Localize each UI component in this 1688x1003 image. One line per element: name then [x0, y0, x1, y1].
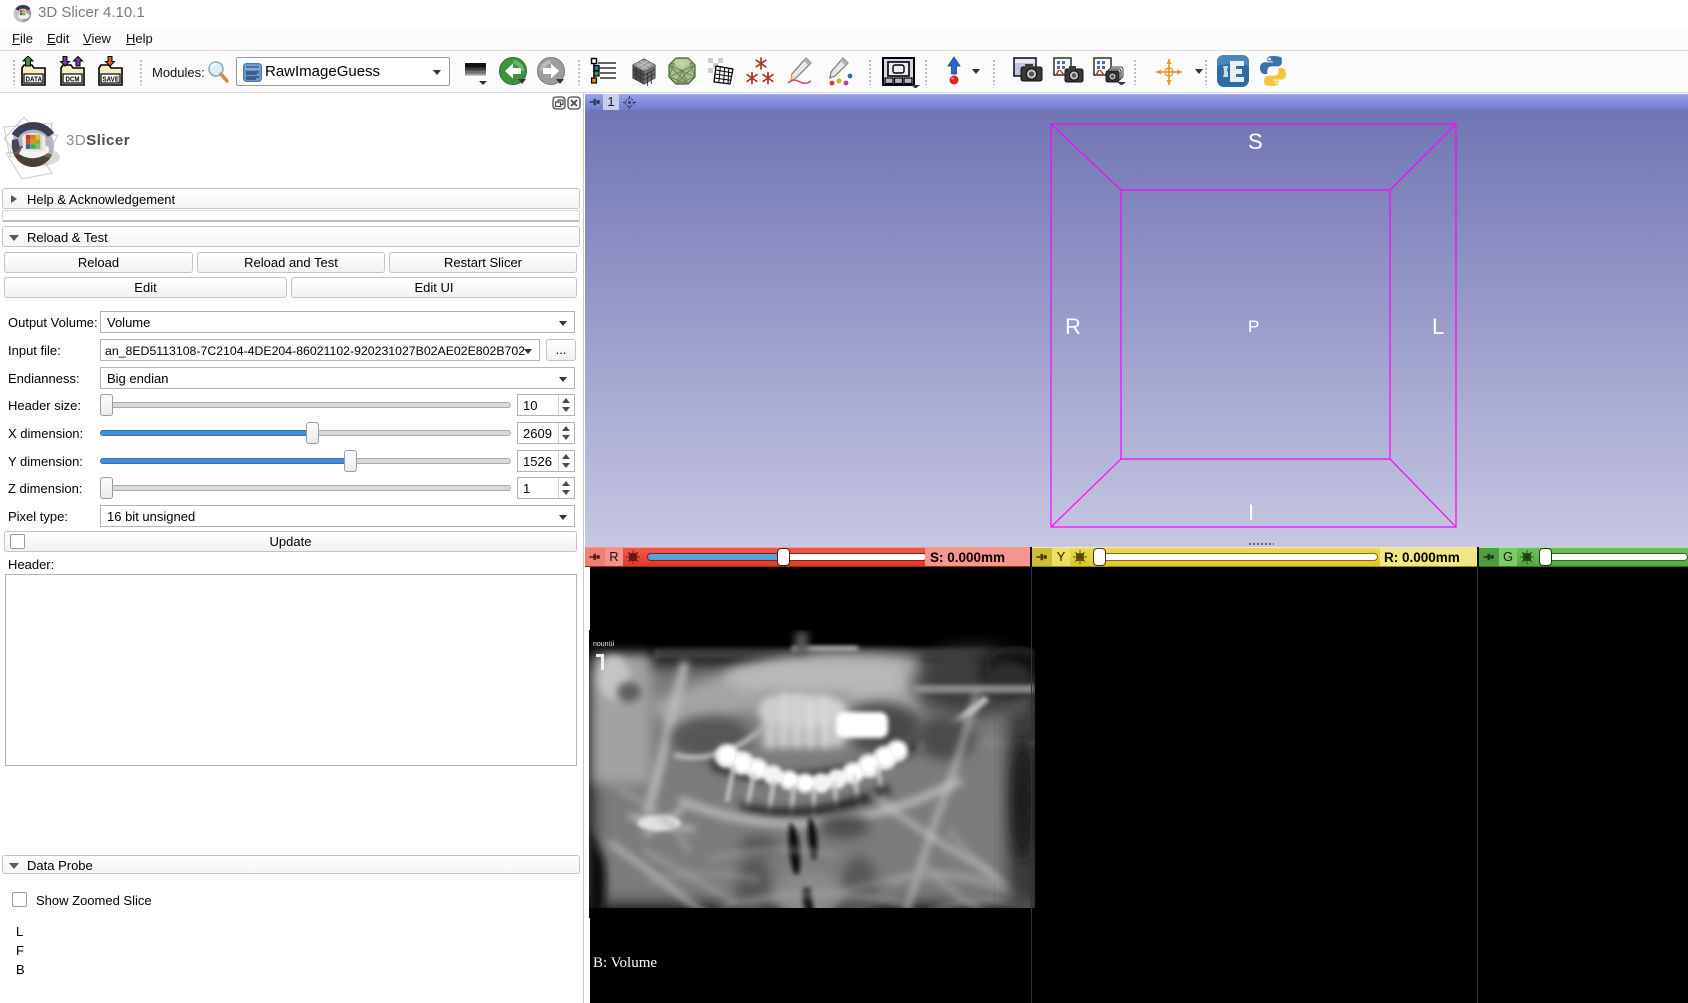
svg-text:nounüì: nounüì — [593, 641, 614, 648]
svg-text:L: L — [1432, 314, 1444, 339]
svg-text:SAVE: SAVE — [103, 75, 120, 84]
svg-text:DATA: DATA — [26, 75, 43, 84]
svg-text:S: S — [1248, 129, 1263, 154]
svg-text:R: R — [1065, 314, 1081, 339]
svg-text:P: P — [1248, 317, 1259, 336]
svg-text:DCM: DCM — [66, 75, 80, 84]
svg-text:I: I — [1248, 500, 1254, 525]
